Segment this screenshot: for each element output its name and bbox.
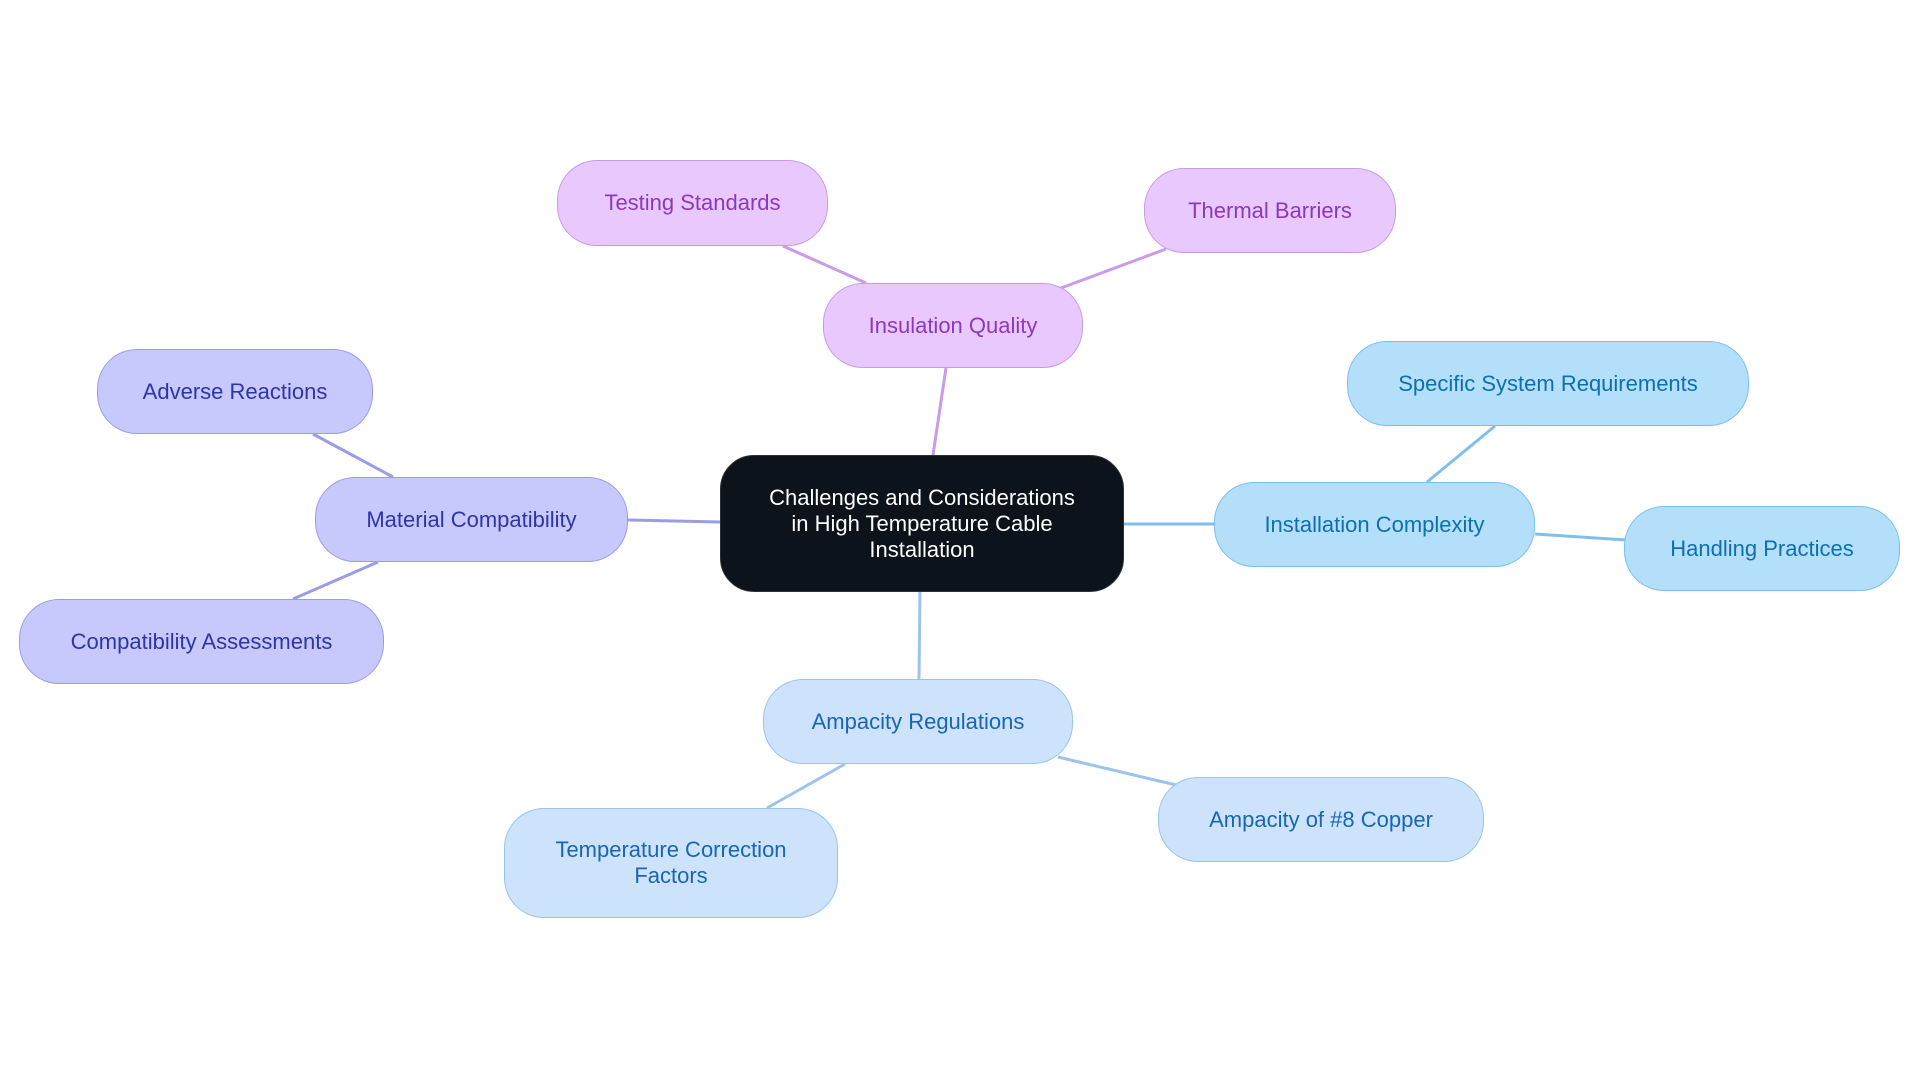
node-insulation-quality[interactable]: Insulation Quality	[823, 283, 1083, 368]
node-label-line-2: Factors	[634, 863, 708, 888]
node-ampacity-of-8-copper[interactable]: Ampacity of #8 Copper	[1158, 777, 1484, 862]
edge-insulation-testing	[782, 244, 867, 285]
node-installation-complexity[interactable]: Installation Complexity	[1214, 482, 1535, 567]
edge-ampacity-tempcorr	[766, 762, 846, 810]
node-adverse-reactions[interactable]: Adverse Reactions	[97, 349, 373, 434]
node-label: Material Compatibility	[366, 506, 577, 532]
edge-ampacity-copper	[1057, 755, 1177, 787]
node-testing-standards[interactable]: Testing Standards	[557, 160, 828, 246]
node-label: Insulation Quality	[868, 312, 1038, 338]
node-compatibility-assessments[interactable]: Compatibility Assessments	[19, 599, 384, 684]
root-node[interactable]: Challenges and Considerations in High Te…	[720, 455, 1124, 592]
root-label-line-3: Installation	[869, 536, 975, 562]
node-label: Adverse Reactions	[142, 378, 328, 404]
node-label: Thermal Barriers	[1188, 197, 1352, 223]
node-thermal-barriers[interactable]: Thermal Barriers	[1144, 168, 1396, 253]
edge-install-specific	[1426, 424, 1496, 484]
edge-root-ampacity	[917, 591, 922, 680]
node-ampacity-regulations[interactable]: Ampacity Regulations	[763, 679, 1073, 764]
edge-insulation-thermal	[1060, 247, 1167, 290]
node-label: Handling Practices	[1670, 535, 1854, 561]
node-label: Ampacity Regulations	[811, 708, 1025, 734]
root-label-line-1: Challenges and Considerations	[769, 484, 1075, 510]
edge-root-material	[627, 518, 721, 524]
edge-material-assess	[292, 560, 379, 601]
edge-material-adverse	[312, 432, 394, 479]
node-handling-practices[interactable]: Handling Practices	[1624, 506, 1900, 591]
node-temperature-correction-factors[interactable]: Temperature Correction Factors	[504, 808, 838, 918]
edge-install-handling	[1534, 532, 1627, 542]
node-label: Installation Complexity	[1264, 511, 1485, 537]
edge-root-insulation	[931, 367, 948, 456]
node-label: Testing Standards	[604, 190, 781, 215]
node-label: Ampacity of #8 Copper	[1209, 806, 1433, 832]
node-label: Compatibility Assessments	[70, 628, 333, 654]
node-label-line-1: Temperature Correction	[555, 837, 787, 862]
node-label: Specific System Requirements	[1398, 370, 1698, 396]
node-specific-system-requirements[interactable]: Specific System Requirements	[1347, 341, 1749, 426]
root-label-line-2: in High Temperature Cable	[791, 510, 1053, 536]
node-material-compatibility[interactable]: Material Compatibility	[315, 477, 628, 562]
